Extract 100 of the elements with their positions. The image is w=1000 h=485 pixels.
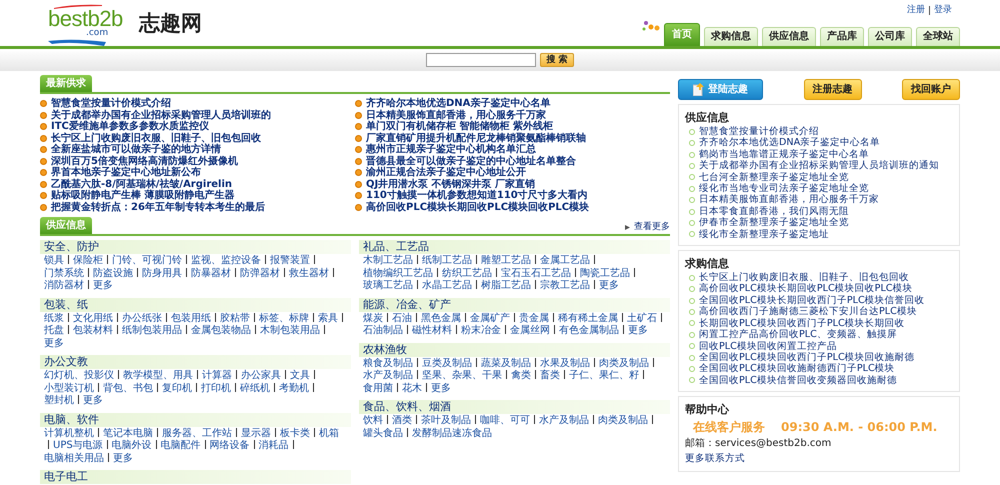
info-link[interactable]: 全国回收PLC模块回收西门子PLC模块回收施耐德 — [699, 352, 915, 364]
account-button[interactable]: 注册志趣 — [804, 79, 862, 100]
category-link[interactable]: 打印机 — [201, 382, 231, 394]
category-link[interactable]: 包装材料 — [73, 325, 113, 336]
info-link[interactable]: 绥化市当地专业司法亲子鉴定地址全览 — [699, 183, 869, 194]
category-link[interactable]: 蔬菜及制品 — [481, 358, 531, 368]
nav-tab[interactable]: 全球站 — [916, 27, 960, 46]
news-link[interactable]: 智慧食堂按量计价模式介绍 — [51, 98, 171, 110]
info-link[interactable]: 高价回收西门子施耐德三菱松下安川台达PLC模块 — [699, 306, 917, 318]
category-link[interactable]: 机箱 — [319, 428, 339, 438]
news-link[interactable]: 贴标吸附静电产生棒 薄膜吸附静电产生器 — [51, 190, 234, 202]
category-link[interactable]: 防盗设施 — [93, 268, 133, 278]
info-link[interactable]: 长期回收PLC模块回收西门子PLC模块长期回收 — [699, 318, 905, 330]
category-link[interactable]: 笔记本电脑 — [103, 428, 153, 438]
category-link[interactable]: 办公纸张 — [122, 312, 162, 324]
category-link[interactable]: 网络设备 — [210, 440, 250, 451]
nav-tab[interactable]: 公司库 — [868, 27, 912, 46]
category-link[interactable]: 贵金属 — [519, 312, 549, 324]
category-link[interactable]: 消防器材 — [44, 280, 84, 291]
info-link[interactable]: 高价回收PLC模块长期回收PLC模块回收PLC模块 — [699, 283, 912, 295]
category-link[interactable]: 宝石玉石工艺品 — [501, 268, 571, 278]
category-link[interactable]: 监视、监控设备 — [191, 255, 261, 266]
info-link[interactable]: 全国回收PLC模块信誉回收变频器回收施耐德 — [699, 374, 897, 386]
category-link[interactable]: 水果及制品 — [540, 358, 590, 368]
search-button[interactable]: 搜 索 — [540, 53, 574, 67]
category-link[interactable]: 罐头食品 — [363, 428, 403, 438]
account-button[interactable]: 找回账户 — [902, 79, 960, 100]
news-link[interactable]: 齐齐哈尔本地优选DNA亲子鉴定中心名单 — [366, 98, 550, 110]
category-link[interactable]: 金属工艺品 — [540, 255, 590, 266]
category-link[interactable]: 电脑配件 — [160, 440, 201, 451]
category-link[interactable]: 防暴器材 — [191, 268, 231, 278]
category-link[interactable]: 办公家具 — [241, 370, 281, 381]
news-link[interactable]: 日本精美服饰直邮香港，用心服务千万家 — [366, 110, 546, 121]
category-link[interactable]: 花木 — [402, 382, 422, 394]
category-link[interactable]: 咖啡、可可 — [480, 415, 530, 426]
category-link[interactable]: 粮食及制品 — [363, 358, 413, 368]
category-link[interactable]: 计算器 — [202, 370, 232, 381]
category-link[interactable]: 背包、书包 — [103, 382, 153, 394]
category-title[interactable]: 食品、饮料、烟酒 — [359, 400, 670, 414]
category-link[interactable]: 托盘 — [44, 325, 64, 336]
category-link[interactable]: 更多 — [599, 280, 619, 291]
category-link[interactable]: 土矿石 — [627, 312, 657, 324]
category-link[interactable]: 保险柜 — [73, 255, 103, 266]
category-link[interactable]: 水晶工艺品 — [422, 280, 472, 291]
category-link[interactable]: 锁具 — [44, 255, 64, 266]
category-link[interactable]: 煤炭 — [363, 312, 383, 324]
info-link[interactable]: 关于成都举办国有企业招标采购管理人员培训班的通知 — [699, 160, 939, 172]
category-link[interactable]: 禽类 — [511, 370, 531, 381]
info-link[interactable]: 智慧食堂按量计价模式介绍 — [699, 126, 819, 138]
news-link[interactable]: 关于成都举办国有企业招标采购管理人员培训班的 — [51, 110, 271, 121]
category-link[interactable]: 更多 — [113, 452, 133, 464]
category-link[interactable]: 肉类及制品 — [599, 358, 649, 368]
news-link[interactable]: 深圳百万5倍变焦网络高清防爆红外摄像机 — [51, 156, 238, 167]
news-link[interactable]: 长宁区上门收购废旧衣服、旧鞋子、旧包包回收 — [51, 132, 261, 144]
category-link[interactable]: 包装用纸 — [171, 312, 211, 324]
news-link[interactable]: ITC爱维施单参数多参数水质监控仪 — [51, 121, 209, 132]
category-link[interactable]: 发酵制品速冻食品 — [412, 428, 492, 438]
info-link[interactable]: 全国回收PLC模块长期回收西门子PLC模块信誉回收 — [699, 294, 925, 306]
info-link[interactable]: 日本精美服饰直邮香港，用心服务千万家 — [699, 194, 879, 206]
category-link[interactable]: 木制工艺品 — [363, 255, 413, 266]
category-link[interactable]: UPS与电源 — [53, 440, 103, 451]
info-link[interactable]: 全国回收PLC模块回收施耐德西门子PLC模块 — [699, 363, 895, 375]
category-link[interactable]: 小型装订机 — [44, 382, 94, 394]
category-link[interactable]: 电脑外设 — [112, 440, 152, 451]
info-link[interactable]: 齐齐哈尔本地优选DNA亲子鉴定中心名单 — [699, 137, 880, 149]
category-link[interactable]: 石油制品 — [363, 325, 403, 336]
category-link[interactable]: 报警装置 — [270, 255, 310, 266]
header-link[interactable]: 注册 — [907, 4, 925, 18]
category-link[interactable]: 子仁、果仁、籽 — [569, 370, 639, 381]
news-link[interactable]: 把握黄金转折点：26年五年制专转本考生的最后 — [51, 202, 265, 213]
category-link[interactable]: 树脂工艺品 — [481, 280, 531, 291]
news-link[interactable]: 乙酰基六肽-8/阿基瑞林/祛皱/Argirelin — [51, 178, 232, 190]
category-title[interactable]: 办公文教 — [40, 355, 351, 369]
category-link[interactable]: 金属丝网 — [510, 325, 550, 336]
news-link[interactable]: 110寸触摸一体机参数想知道110寸尺寸多大看内 — [366, 190, 588, 202]
category-link[interactable]: 酒类 — [392, 415, 412, 426]
nav-tab[interactable]: 求购信息 — [704, 27, 758, 46]
category-link[interactable]: 更多 — [93, 280, 113, 291]
category-link[interactable]: 更多 — [628, 325, 648, 336]
more-link[interactable]: 查看更多 — [625, 220, 670, 234]
news-link[interactable]: 惠州市正规亲子鉴定中心机构名单汇总 — [366, 144, 536, 156]
category-link[interactable]: 幻灯机、投影仪 — [44, 370, 114, 381]
category-link[interactable]: 木制包装用品 — [260, 325, 320, 336]
info-link[interactable]: 长宁区上门收购废旧衣服、旧鞋子、旧包包回收 — [699, 272, 909, 284]
category-link[interactable]: 金属包装物品 — [191, 325, 251, 336]
category-link[interactable]: 复印机 — [162, 382, 192, 394]
category-link[interactable]: 救生器材 — [289, 268, 329, 278]
category-link[interactable]: 坚果、杂果、干果 — [422, 370, 502, 381]
category-title[interactable]: 农林渔牧 — [359, 342, 670, 356]
category-link[interactable]: 宗教工艺品 — [540, 280, 590, 291]
category-title[interactable]: 电脑、软件 — [40, 412, 351, 426]
category-link[interactable]: 防弹器材 — [240, 268, 280, 278]
category-link[interactable]: 粉末冶金 — [461, 325, 501, 336]
category-link[interactable]: 板卡类 — [280, 428, 310, 438]
category-link[interactable]: 纸浆 — [44, 312, 64, 324]
nav-tab[interactable]: 产品库 — [820, 27, 864, 46]
category-link[interactable]: 雕塑工艺品 — [481, 255, 531, 266]
category-link[interactable]: 金属矿产 — [470, 312, 510, 324]
category-link[interactable]: 考勤机 — [279, 382, 309, 394]
info-link[interactable]: 鹤岗市当地靠谱正规亲子鉴定中心名单 — [699, 148, 869, 160]
